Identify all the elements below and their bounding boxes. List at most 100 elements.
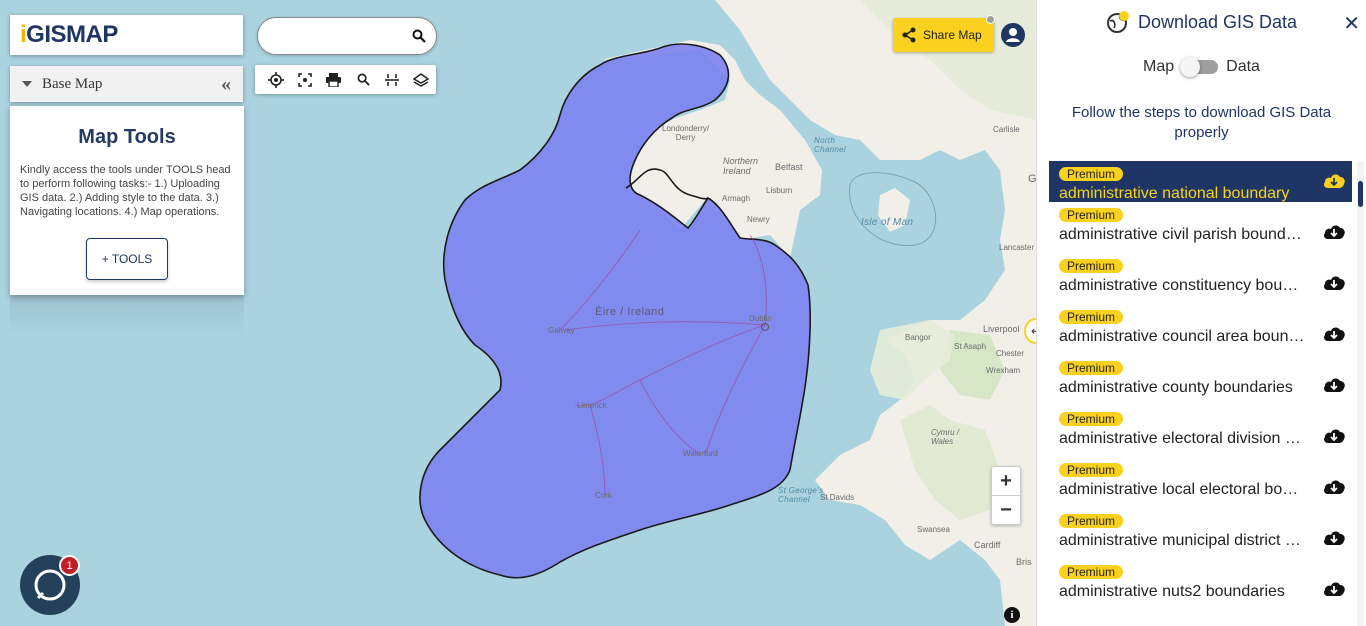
zoom-control: + − <box>991 466 1021 525</box>
map-label-derry: Londonderry/Derry <box>662 124 710 142</box>
map-label-bangor: Bangor <box>905 333 931 342</box>
download-panel: Download GIS Data ✕ Map Data Follow the … <box>1036 0 1366 626</box>
premium-badge: Premium <box>1059 208 1124 222</box>
cloud-download-icon[interactable] <box>1322 478 1346 501</box>
map-label-st-davids: St Davids <box>820 493 855 502</box>
user-account-icon[interactable] <box>1000 22 1026 53</box>
search-input[interactable] <box>272 26 402 46</box>
layers-icon[interactable] <box>407 65 436 94</box>
panel-title: Download GIS Data <box>1137 11 1298 32</box>
cloud-download-icon[interactable] <box>1322 223 1346 246</box>
app-logo[interactable]: iGISMAP <box>10 15 243 55</box>
share-icon <box>902 27 916 43</box>
map-label-chester: Chester <box>996 349 1025 358</box>
fullscreen-icon[interactable] <box>290 65 319 94</box>
dataset-name: administrative nuts2 boundaries <box>1059 583 1285 600</box>
measure-icon[interactable] <box>378 65 407 94</box>
card-shadow <box>10 295 244 335</box>
dataset-name: administrative national boundary <box>1059 185 1290 202</box>
map-label-isle-of-man: Isle of Man <box>861 217 914 228</box>
map-label-g: G <box>1028 173 1036 185</box>
map-data-toggle[interactable] <box>1180 57 1219 77</box>
dataset-name: administrative county boundaries <box>1059 379 1293 396</box>
panel-instructions: Follow the steps to download GIS Data pr… <box>1071 104 1332 141</box>
cloud-download-icon[interactable] <box>1322 274 1346 297</box>
map-label-wales: Cymru / Wales <box>931 428 959 446</box>
cloud-download-icon[interactable] <box>1322 172 1346 195</box>
dataset-name: administrative constituency boundaries <box>1059 277 1305 294</box>
panel-scrollbar-thumb[interactable] <box>1358 181 1363 207</box>
map-label-st-georges-channel: St George's Channel <box>778 486 824 504</box>
search-box[interactable] <box>257 17 437 55</box>
zoom-out-button[interactable]: − <box>992 496 1020 525</box>
dataset-item[interactable]: Premium administrative county boundaries <box>1049 355 1352 406</box>
print-icon[interactable] <box>319 65 348 94</box>
dataset-item[interactable]: Premium administrative council area boun… <box>1049 304 1352 355</box>
zoom-in-button[interactable]: + <box>992 467 1020 496</box>
map-label-newry: Newry <box>747 215 770 224</box>
map-label-st-asaph: St Asaph <box>954 342 987 351</box>
map-label-armagh: Armagh <box>722 194 751 203</box>
status-dot <box>986 15 995 24</box>
cloud-download-icon[interactable] <box>1322 427 1346 450</box>
dataset-item[interactable]: Premium administrative nuts2 boundaries <box>1049 559 1352 610</box>
globe-download-icon <box>1106 11 1129 33</box>
map-tools-title: Map Tools <box>78 126 176 148</box>
map-label-carlisle: Carlisle <box>993 125 1020 134</box>
chat-notification-badge: 1 <box>59 555 80 576</box>
map-label-northern-ireland: Northern Ireland <box>723 156 759 176</box>
zoom-search-icon[interactable] <box>349 65 378 94</box>
dataset-name: administrative local electoral boundarie… <box>1059 481 1305 498</box>
map-tools-description: Kindly access the tools under TOOLS head… <box>20 164 231 218</box>
dataset-item[interactable]: Premium administrative electoral divisio… <box>1049 406 1352 457</box>
dataset-item[interactable]: Premium administrative national boundary <box>1049 161 1352 202</box>
panel-scroll-track[interactable] <box>1357 161 1364 626</box>
map-label-ireland: Éire / Ireland <box>595 306 665 318</box>
map-label-belfast: Belfast <box>775 162 803 172</box>
map-label-lancaster: Lancaster <box>999 243 1035 252</box>
cloud-download-icon[interactable] <box>1322 325 1346 348</box>
cloud-download-icon[interactable] <box>1322 376 1346 399</box>
cloud-download-icon[interactable] <box>1322 580 1346 603</box>
map-label-cardiff: Cardiff <box>974 540 1001 550</box>
search-icon[interactable] <box>412 29 426 48</box>
toggle-knob <box>1180 57 1201 77</box>
premium-badge: Premium <box>1059 259 1124 273</box>
toggle-label-data: Data <box>1226 58 1260 75</box>
premium-badge: Premium <box>1059 463 1124 477</box>
base-map-label: Base Map <box>42 75 103 92</box>
share-map-button[interactable]: Share Map <box>893 18 994 52</box>
dataset-item[interactable]: Premium administrative constituency boun… <box>1049 253 1352 304</box>
dataset-item[interactable]: Premium administrative municipal distric… <box>1049 508 1352 559</box>
map-label-waterford: Waterford <box>683 449 718 458</box>
map-label-lisburn: Lisburn <box>766 186 793 195</box>
map-label-bristol: Bris <box>1016 557 1032 567</box>
info-icon[interactable]: i <box>1004 607 1020 623</box>
dataset-name: administrative council area boundaries <box>1059 328 1305 345</box>
base-map-header[interactable]: Base Map « <box>10 66 243 102</box>
panel-header: Download GIS Data ✕ <box>1037 0 1366 44</box>
map-data-toggle-row: Map Data <box>1037 44 1366 90</box>
dataset-name: administrative electoral division bounda… <box>1059 430 1305 447</box>
map-label-north-channel: North Channel <box>814 136 846 154</box>
map-label-wrexham: Wrexham <box>986 366 1021 375</box>
locate-icon[interactable] <box>261 65 290 94</box>
premium-badge: Premium <box>1059 514 1124 528</box>
map-toolbar <box>255 65 436 94</box>
map-label-galway: Galway <box>548 326 575 335</box>
collapse-panel-icon[interactable]: « <box>221 74 231 94</box>
premium-badge: Premium <box>1059 167 1124 181</box>
map-label-swansea: Swansea <box>917 525 950 534</box>
share-map-label: Share Map <box>923 28 982 42</box>
dataset-item[interactable]: Premium administrative local electoral b… <box>1049 457 1352 508</box>
logo-text: iGISMAP <box>20 21 118 48</box>
map-label-cork: Cork <box>595 491 612 500</box>
cloud-download-icon[interactable] <box>1322 529 1346 552</box>
map-label-liverpool: Liverpool <box>983 324 1020 334</box>
caret-down-icon[interactable] <box>22 81 32 87</box>
close-icon[interactable]: ✕ <box>1343 11 1360 36</box>
tools-button[interactable]: + TOOLS <box>86 238 168 280</box>
premium-badge: Premium <box>1059 310 1124 324</box>
map-tools-card: Map Tools Kindly access the tools under … <box>10 106 244 295</box>
dataset-item[interactable]: Premium administrative civil parish boun… <box>1049 202 1352 253</box>
